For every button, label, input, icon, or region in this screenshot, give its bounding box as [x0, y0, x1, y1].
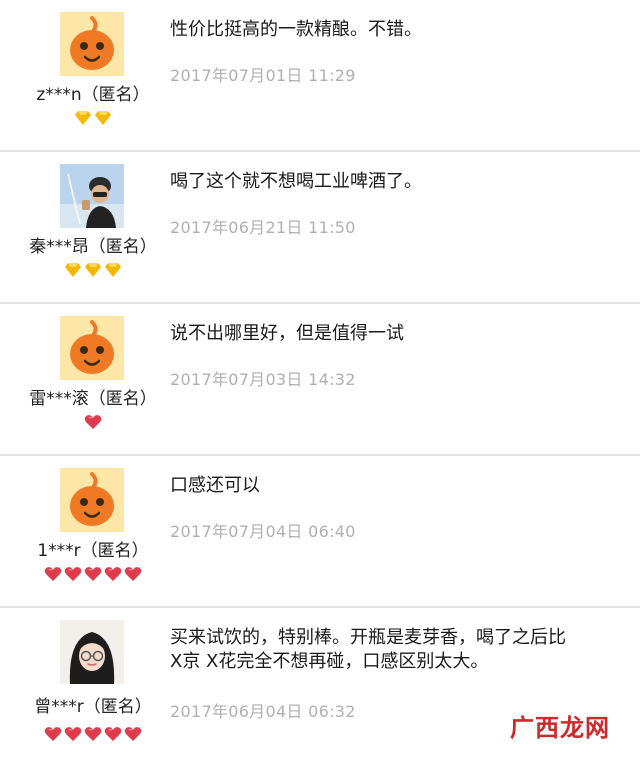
gold-diamond-icon: [95, 111, 111, 125]
user-level-badges: [8, 726, 178, 744]
red-heart-icon: [84, 727, 102, 741]
red-heart-icon: [44, 727, 62, 741]
red-heart-icon: [104, 566, 122, 582]
avatar[interactable]: [60, 164, 124, 228]
gold-diamond-icon: [65, 263, 81, 277]
user-level-badges: [8, 414, 178, 432]
review-item: 1***r（匿名） 口感还可以 2017年07月04日 06:40: [0, 456, 640, 608]
photo-avatar-man-icon: [60, 164, 124, 228]
review-item: z***n（匿名） 性价比挺高的一款精酿。不错。 2017年07月01日 11:…: [0, 0, 640, 152]
username: z***n（匿名）: [36, 85, 150, 105]
avatar[interactable]: [60, 468, 124, 532]
user-level-badges: [8, 262, 178, 280]
red-heart-icon: [44, 726, 62, 742]
red-heart-icon: [84, 415, 102, 429]
review-comment: 说不出哪里好，但是值得一试: [170, 323, 404, 344]
gold-diamond-icon: [104, 262, 122, 278]
gold-diamond-icon: [75, 111, 91, 125]
red-heart-icon: [64, 727, 82, 741]
red-heart-icon: [64, 566, 82, 582]
review-timestamp: 2017年07月01日 11:29: [170, 66, 356, 85]
default-avatar-icon: [60, 468, 124, 532]
review-timestamp: 2017年07月03日 14:32: [170, 370, 356, 389]
avatar[interactable]: [60, 12, 124, 76]
photo-avatar-woman-icon: [60, 620, 124, 684]
gold-diamond-icon: [105, 263, 121, 277]
gold-diamond-icon: [84, 262, 102, 278]
review-timestamp: 2017年07月04日 06:40: [170, 522, 356, 541]
avatar[interactable]: [60, 316, 124, 380]
username: 雷***滚（匿名）: [29, 389, 157, 409]
user-level-badges: [8, 566, 178, 584]
gold-diamond-icon: [85, 263, 101, 277]
username: 1***r（匿名）: [37, 541, 149, 561]
red-heart-icon: [124, 566, 142, 582]
red-heart-icon: [64, 567, 82, 581]
review-timestamp: 2017年06月21日 11:50: [170, 218, 356, 237]
review-comment: 性价比挺高的一款精酿。不错。: [170, 19, 422, 40]
username: 曾***r（匿名）: [34, 697, 152, 717]
red-heart-icon: [64, 726, 82, 742]
gold-diamond-icon: [94, 110, 112, 126]
default-avatar-icon: [60, 316, 124, 380]
red-heart-icon: [44, 567, 62, 581]
review-comment: 买来试饮的，特别棒。开瓶是麦芽香，喝了之后比 X京 X花完全不想再碰，口感区别太…: [170, 627, 566, 672]
review-item: 雷***滚（匿名） 说不出哪里好，但是值得一试 2017年07月03日 14:3…: [0, 304, 640, 456]
default-avatar-icon: [60, 12, 124, 76]
red-heart-icon: [84, 566, 102, 582]
red-heart-icon: [124, 726, 142, 742]
red-heart-icon: [44, 566, 62, 582]
review-comment: 口感还可以: [170, 475, 260, 496]
red-heart-icon: [124, 727, 142, 741]
red-heart-icon: [104, 727, 122, 741]
username: 秦***昂（匿名）: [29, 237, 157, 257]
red-heart-icon: [84, 726, 102, 742]
red-heart-icon: [124, 567, 142, 581]
red-heart-icon: [84, 414, 102, 430]
gold-diamond-icon: [74, 110, 92, 126]
site-watermark: 广西龙网: [510, 714, 610, 742]
review-item: 秦***昂（匿名） 喝了这个就不想喝工业啤酒了。 2017年06月21日 11:…: [0, 152, 640, 304]
red-heart-icon: [104, 567, 122, 581]
red-heart-icon: [104, 726, 122, 742]
red-heart-icon: [84, 567, 102, 581]
gold-diamond-icon: [64, 262, 82, 278]
review-timestamp: 2017年06月04日 06:32: [170, 702, 356, 721]
review-comment: 喝了这个就不想喝工业啤酒了。: [170, 171, 422, 192]
user-level-badges: [8, 110, 178, 128]
avatar[interactable]: [60, 620, 124, 684]
